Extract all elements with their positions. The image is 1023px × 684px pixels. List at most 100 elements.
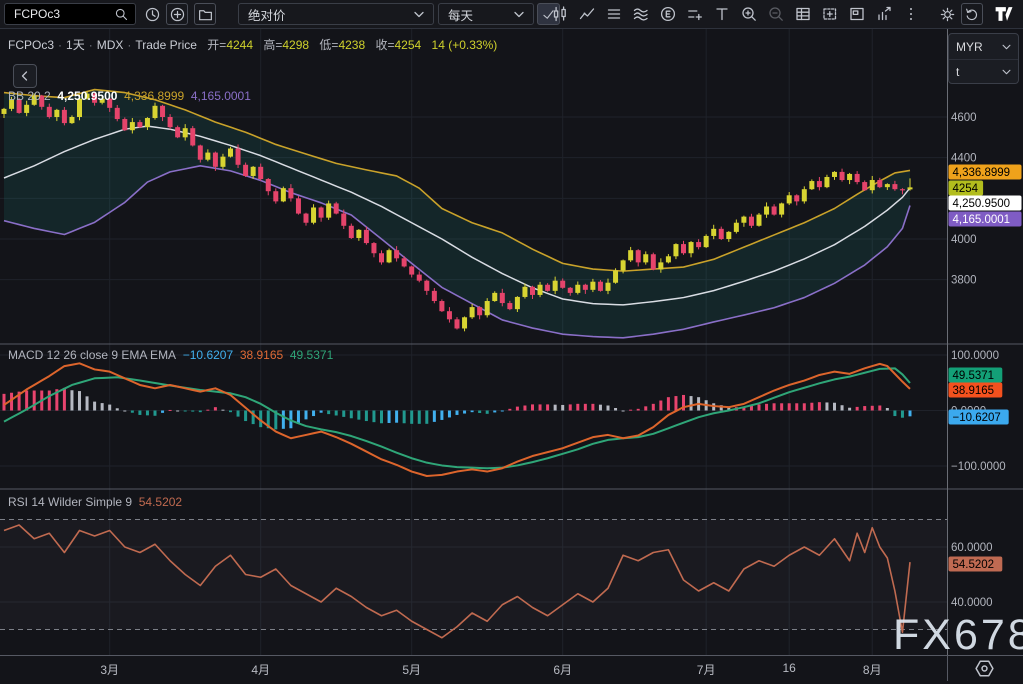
symbol-search-input[interactable]: FCPOc3 bbox=[4, 3, 136, 25]
folder-icon bbox=[197, 6, 214, 23]
axis-tick-label: −100.0000 bbox=[951, 461, 1006, 473]
text-tool-button[interactable] bbox=[708, 3, 735, 25]
svg-text:4,165.0001: 4,165.0001 bbox=[953, 214, 1011, 226]
time-axis[interactable]: 3月4月5月6月7月168月 bbox=[0, 655, 1023, 680]
chevron-down-icon bbox=[1002, 69, 1011, 75]
interval-value: 每天 bbox=[448, 5, 473, 24]
svg-text:4,336.8999: 4,336.8999 bbox=[953, 167, 1011, 179]
legend-back-button[interactable] bbox=[13, 64, 37, 88]
bb-upper-value: 4,336.8999 bbox=[124, 89, 184, 103]
time-axis-label: 4月 bbox=[251, 661, 270, 678]
price-type-value: 绝对价 bbox=[248, 5, 286, 24]
chart-type-button[interactable] bbox=[546, 3, 573, 25]
open-layout-folder-button[interactable] bbox=[194, 3, 216, 25]
toolbar-icon-strip bbox=[546, 3, 924, 25]
ohlc-high-label: 高= bbox=[263, 38, 282, 52]
symbol-search-value: FCPOc3 bbox=[14, 7, 60, 21]
tradingview-logo-icon bbox=[993, 4, 1017, 24]
events-button[interactable] bbox=[654, 3, 681, 25]
indicators-button[interactable] bbox=[573, 3, 600, 25]
top-toolbar: FCPOc3 绝对价 每天 bbox=[0, 0, 1023, 29]
axis-tick-label: 100.0000 bbox=[951, 350, 999, 362]
price-chart-canvas[interactable]: 4600440040003800100.00000.0000−100.00006… bbox=[0, 29, 1023, 655]
symbol-series: Trade Price bbox=[135, 38, 197, 52]
waves-icon bbox=[632, 5, 650, 23]
symbol-name: FCPOc3 bbox=[8, 38, 54, 52]
more-options-button[interactable] bbox=[897, 3, 924, 25]
zoom-out-icon bbox=[767, 5, 785, 23]
symbol-exchange: MDX bbox=[97, 38, 124, 52]
svg-text:49.5371: 49.5371 bbox=[953, 370, 995, 382]
new-pane-button[interactable] bbox=[816, 3, 843, 25]
ohlc-open-label: 开= bbox=[207, 38, 226, 52]
clock-icon bbox=[144, 6, 161, 23]
zoom-in-button[interactable] bbox=[735, 3, 762, 25]
time-interval-clock-button[interactable] bbox=[141, 3, 163, 25]
rsi-title: RSI 14 Wilder Simple 9 bbox=[8, 495, 132, 509]
kebab-menu-icon bbox=[902, 5, 920, 23]
box-plus-icon bbox=[821, 5, 839, 23]
time-axis-label: 8月 bbox=[863, 661, 882, 678]
settings-button[interactable] bbox=[936, 3, 958, 25]
axis-tick-label: 4600 bbox=[951, 112, 977, 124]
axis-tick-label: 40.0000 bbox=[951, 597, 993, 609]
plus-circle-icon bbox=[169, 6, 186, 23]
bb-indicator-legend[interactable]: BB 20 2 4,250.9500 4,336.8999 4,165.0001 bbox=[8, 89, 251, 103]
currency-dropdown[interactable]: MYR bbox=[949, 34, 1018, 59]
macd-signal-value: 49.5371 bbox=[290, 348, 333, 362]
macd-hist-value: −10.6207 bbox=[183, 348, 233, 362]
axis-tick-label: 3800 bbox=[951, 275, 977, 287]
e-circle-icon bbox=[659, 5, 677, 23]
compare-layers-button[interactable] bbox=[600, 3, 627, 25]
chevron-down-icon bbox=[1002, 44, 1011, 50]
overlay-waves-button[interactable] bbox=[627, 3, 654, 25]
bar-chart-arrow-icon bbox=[875, 5, 893, 23]
price-type-dropdown[interactable]: 绝对价 bbox=[238, 3, 434, 25]
add-symbol-button[interactable] bbox=[166, 3, 188, 25]
macd-indicator-legend[interactable]: MACD 12 26 close 9 EMA EMA −10.6207 38.9… bbox=[8, 348, 333, 362]
indicators-icon bbox=[578, 5, 596, 23]
symbol-legend[interactable]: FCPOc3·1天·MDX·Trade Price 开=4244 高=4298 … bbox=[8, 36, 497, 53]
change-value: 14 (+0.33%) bbox=[432, 38, 498, 52]
ohlc-low-value: 4238 bbox=[338, 38, 365, 52]
undo-icon bbox=[964, 6, 980, 22]
chevron-left-icon bbox=[20, 71, 30, 81]
macd-line-value: 38.9165 bbox=[240, 348, 283, 362]
undo-button[interactable] bbox=[961, 3, 983, 25]
candlestick-chart-icon bbox=[551, 5, 569, 23]
bb-title: BB 20 2 bbox=[8, 89, 51, 103]
svg-text:4254: 4254 bbox=[953, 183, 979, 195]
price-line-button[interactable] bbox=[681, 3, 708, 25]
axis-tick-label: 4400 bbox=[951, 153, 977, 165]
layout-windows-button[interactable] bbox=[843, 3, 870, 25]
chevron-down-icon bbox=[514, 11, 524, 18]
time-axis-label: 6月 bbox=[553, 661, 572, 678]
ohlc-low-label: 低= bbox=[319, 38, 338, 52]
svg-text:4,250.9500: 4,250.9500 bbox=[953, 198, 1011, 210]
rsi-indicator-legend[interactable]: RSI 14 Wilder Simple 9 54.5202 bbox=[8, 495, 182, 509]
svg-text:38.9165: 38.9165 bbox=[953, 385, 995, 397]
bb-basis-value: 4,250.9500 bbox=[57, 89, 117, 103]
zoom-out-button[interactable] bbox=[762, 3, 789, 25]
layers-icon bbox=[605, 5, 623, 23]
text-tool-icon bbox=[713, 5, 731, 23]
time-axis-settings-button[interactable] bbox=[974, 658, 995, 684]
symbol-interval: 1天 bbox=[66, 38, 85, 52]
gear-icon bbox=[939, 6, 956, 23]
axis-tick-label: 4000 bbox=[951, 234, 977, 246]
ohlc-close-value: 4254 bbox=[395, 38, 422, 52]
tradingview-logo-button[interactable] bbox=[993, 3, 1017, 25]
chart-area: 4600440040003800100.00000.0000−100.00006… bbox=[0, 29, 1023, 655]
bb-lower-value: 4,165.0001 bbox=[191, 89, 251, 103]
ohlc-close-label: 收= bbox=[375, 38, 394, 52]
price-line-icon bbox=[686, 5, 704, 23]
interval-dropdown[interactable]: 每天 bbox=[438, 3, 534, 25]
unit-dropdown[interactable]: t bbox=[949, 59, 1018, 84]
svg-text:−10.6207: −10.6207 bbox=[953, 412, 1001, 424]
ohlc-high-value: 4298 bbox=[282, 38, 309, 52]
bar-replay-button[interactable] bbox=[870, 3, 897, 25]
price-scale-settings: MYR t bbox=[948, 33, 1019, 84]
zoom-in-icon bbox=[740, 5, 758, 23]
table-view-button[interactable] bbox=[789, 3, 816, 25]
chevron-down-icon bbox=[414, 11, 424, 18]
